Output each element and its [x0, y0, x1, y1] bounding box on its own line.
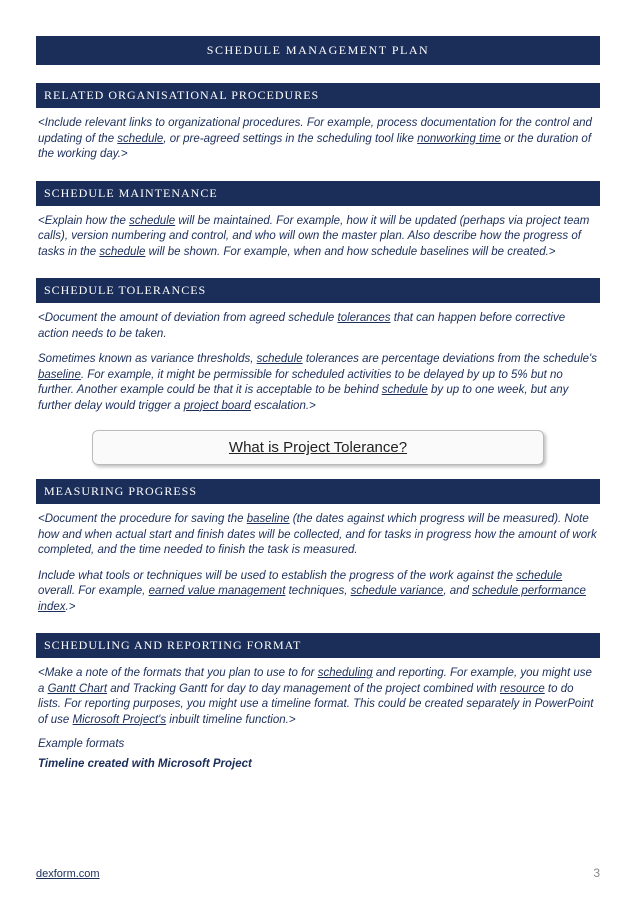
link-schedule[interactable]: schedule: [129, 215, 175, 227]
section-heading-schedule-maintenance: SCHEDULE MAINTENANCE: [36, 181, 600, 206]
text-fragment: .>: [66, 601, 76, 613]
text-fragment: Sometimes known as variance thresholds,: [38, 353, 257, 365]
link-scheduling[interactable]: scheduling: [318, 667, 373, 679]
text-fragment: , or pre-agreed settings in the scheduli…: [163, 133, 417, 145]
link-schedule[interactable]: schedule: [382, 384, 428, 396]
link-gantt-chart[interactable]: Gantt Chart: [48, 683, 107, 695]
link-resource[interactable]: resource: [500, 683, 545, 695]
section-heading-related-procedures: RELATED ORGANISATIONAL PROCEDURES: [36, 83, 600, 108]
link-schedule-variance[interactable]: schedule variance: [351, 585, 444, 597]
text-fragment: inbuilt timeline function.>: [166, 714, 295, 726]
text-fragment: <Document the procedure for saving the: [38, 513, 247, 525]
text-fragment: and Tracking Gantt for day to day manage…: [107, 683, 500, 695]
section-body: <Document the procedure for saving the b…: [36, 504, 600, 559]
page-footer: dexform.com 3: [36, 866, 600, 880]
text-fragment: , and: [443, 585, 472, 597]
link-nonworking-time[interactable]: nonworking time: [417, 133, 501, 145]
link-microsoft-project[interactable]: Microsoft Project's: [73, 714, 167, 726]
link-baseline[interactable]: baseline: [247, 513, 290, 525]
footer-site-link[interactable]: dexform.com: [36, 868, 100, 880]
section-body: <Explain how the schedule will be mainta…: [36, 206, 600, 261]
link-schedule[interactable]: schedule: [257, 353, 303, 365]
section-heading-schedule-tolerances: SCHEDULE TOLERANCES: [36, 278, 600, 303]
example-formats-label: Example formats: [36, 728, 600, 750]
link-baseline[interactable]: baseline: [38, 369, 81, 381]
page-title: SCHEDULE MANAGEMENT PLAN: [36, 36, 600, 65]
section-body: Sometimes known as variance thresholds, …: [36, 342, 600, 414]
text-fragment: <Explain how the: [38, 215, 129, 227]
text-fragment: escalation.>: [251, 400, 316, 412]
timeline-caption: Timeline created with Microsoft Project: [36, 750, 600, 770]
section-heading-measuring-progress: MEASURING PROGRESS: [36, 479, 600, 504]
text-fragment: <Document the amount of deviation from a…: [38, 312, 338, 324]
section-body: Include what tools or techniques will be…: [36, 559, 600, 616]
link-earned-value-management[interactable]: earned value management: [149, 585, 286, 597]
page-number: 3: [593, 866, 600, 880]
text-fragment: Include what tools or techniques will be…: [38, 570, 516, 582]
section-heading-scheduling-reporting-format: SCHEDULING AND REPORTING FORMAT: [36, 633, 600, 658]
section-body: <Include relevant links to organizationa…: [36, 108, 600, 163]
text-fragment: tolerances are percentage deviations fro…: [303, 353, 597, 365]
text-fragment: will be shown. For example, when and how…: [145, 246, 555, 258]
link-tolerances[interactable]: tolerances: [338, 312, 391, 324]
link-schedule[interactable]: schedule: [516, 570, 562, 582]
text-fragment: techniques,: [285, 585, 350, 597]
link-schedule[interactable]: schedule: [99, 246, 145, 258]
section-body: <Make a note of the formats that you pla…: [36, 658, 600, 728]
link-project-board[interactable]: project board: [184, 400, 251, 412]
text-fragment: <Make a note of the formats that you pla…: [38, 667, 318, 679]
section-body: <Document the amount of deviation from a…: [36, 303, 600, 342]
text-fragment: overall. For example,: [38, 585, 149, 597]
link-schedule[interactable]: schedule: [117, 133, 163, 145]
callout-project-tolerance[interactable]: What is Project Tolerance?: [92, 430, 543, 465]
